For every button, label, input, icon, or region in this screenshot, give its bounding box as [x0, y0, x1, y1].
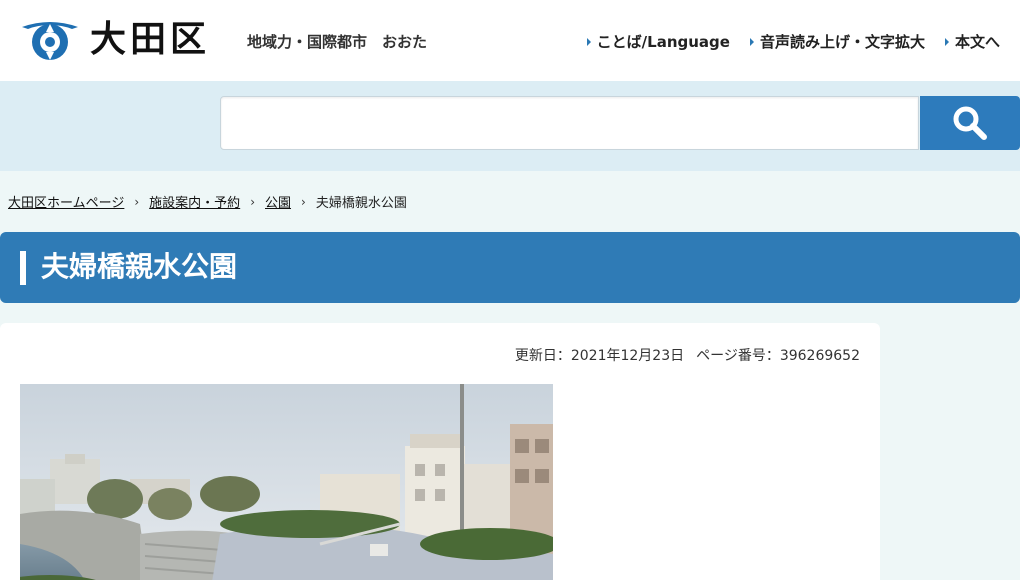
park-photo	[20, 384, 553, 580]
triangle-right-icon	[944, 37, 949, 46]
park-photo-image	[20, 384, 553, 580]
breadcrumb: 大田区ホームページ › 施設案内・予約 › 公園 › 夫婦橋親水公園	[8, 192, 407, 212]
search-band	[0, 81, 1020, 171]
breadcrumb-home[interactable]: 大田区ホームページ	[8, 192, 124, 211]
breadcrumb-facilities[interactable]: 施設案内・予約	[149, 192, 240, 211]
skip-to-content-link[interactable]: 本文へ	[944, 31, 1000, 52]
link-chiikiryoku[interactable]: 地域力・国際都市	[247, 31, 367, 52]
link-oota[interactable]: おおた	[382, 31, 427, 52]
page-number: ページ番号：396269652	[696, 348, 860, 364]
triangle-right-icon	[749, 37, 754, 46]
triangle-right-icon	[586, 37, 591, 46]
accessibility-label: 音声読み上げ・文字拡大	[759, 33, 925, 51]
language-label: ことば/Language	[596, 33, 730, 51]
skip-to-content-label: 本文へ	[954, 33, 1000, 51]
language-link[interactable]: ことば/Language	[586, 31, 730, 52]
breadcrumb-parks[interactable]: 公園	[265, 192, 291, 211]
content-card: 更新日：2021年12月23日 ページ番号：396269652	[0, 323, 880, 580]
header-links: 地域力・国際都市 おおた	[247, 31, 427, 52]
search-button[interactable]	[920, 96, 1020, 150]
utility-nav: ことば/Language 音声読み上げ・文字拡大 本文へ	[586, 31, 1000, 52]
site-name: 大田区	[90, 19, 211, 60]
ota-emblem-icon	[22, 22, 78, 60]
site-logo[interactable]: 大田区	[20, 18, 210, 62]
site-header: 大田区 地域力・国際都市 おおた ことば/Language 音声読み上げ・文字拡…	[0, 0, 1020, 81]
search-input[interactable]	[220, 96, 919, 150]
title-accent-bar	[20, 251, 26, 285]
search-icon	[953, 106, 987, 140]
chevron-right-icon: ›	[301, 194, 306, 209]
chevron-right-icon: ›	[134, 194, 140, 209]
chevron-right-icon: ›	[250, 194, 255, 209]
page-title: 夫婦橋親水公園	[41, 250, 238, 283]
title-band: 夫婦橋親水公園	[0, 232, 1020, 303]
breadcrumb-current: 夫婦橋親水公園	[315, 196, 407, 211]
page-meta: 更新日：2021年12月23日 ページ番号：396269652	[515, 345, 860, 365]
updated-date: 更新日：2021年12月23日	[514, 348, 685, 364]
accessibility-link[interactable]: 音声読み上げ・文字拡大	[749, 31, 925, 52]
